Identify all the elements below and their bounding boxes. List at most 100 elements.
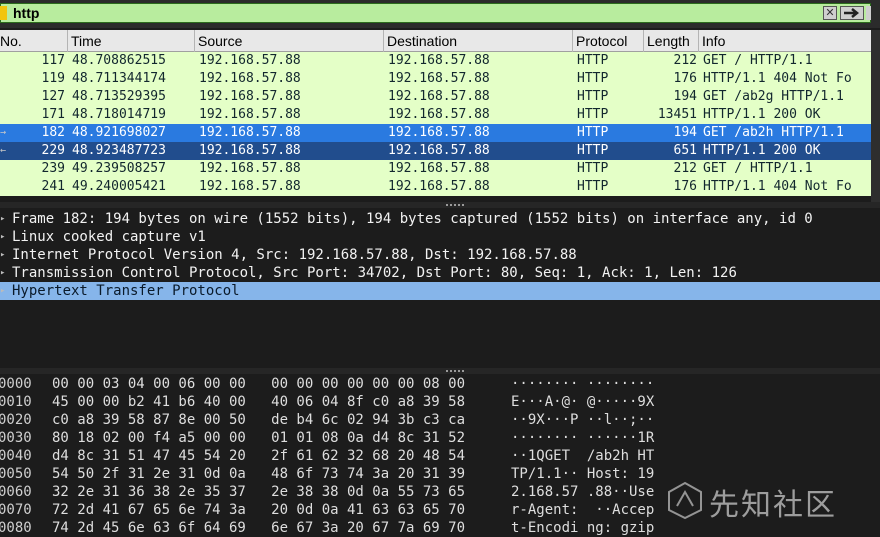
packet-row[interactable]: 117 48.708862515 192.168.57.88 192.168.57.8… bbox=[0, 52, 871, 70]
cell-time: 48.713529395 bbox=[72, 89, 166, 104]
cell-info: GET /ab2g HTTP/1.1 bbox=[703, 89, 844, 104]
splitter-grip bbox=[446, 370, 464, 372]
cell-info: HTTP/1.1 404 Not Fo bbox=[703, 71, 852, 86]
detail-tree-item[interactable]: ▸ Internet Protocol Version 4, Src: 192.1… bbox=[0, 246, 880, 264]
cell-no: 239 bbox=[41, 161, 65, 176]
bytes-offset: 0000 bbox=[0, 376, 32, 392]
cell-no: 182 bbox=[41, 125, 65, 140]
cell-no: 127 bbox=[41, 89, 65, 104]
cell-protocol: HTTP bbox=[577, 143, 609, 158]
cell-time: 48.711344174 bbox=[72, 71, 166, 86]
bytes-ascii: ········ ········ bbox=[511, 376, 655, 392]
clear-filter-icon[interactable]: ✕ bbox=[823, 6, 837, 20]
cell-info: HTTP/1.1 200 OK bbox=[703, 107, 821, 122]
bytes-hex: 80 18 02 00 f4 a5 00 00 01 01 08 0a d4 8… bbox=[52, 430, 466, 446]
packet-row[interactable]: 241 49.240005421 192.168.57.88 192.168.57.8… bbox=[0, 178, 871, 196]
detail-tree-label: Internet Protocol Version 4, Src: 192.16… bbox=[12, 247, 577, 263]
packet-list-scrollbar[interactable] bbox=[871, 30, 880, 202]
packet-details-pane: ▸ Frame 182: 194 bytes on wire (1552 bits… bbox=[0, 208, 880, 368]
cell-protocol: HTTP bbox=[577, 53, 609, 68]
bytes-ascii: 2.168.57 .88··Use bbox=[511, 484, 655, 500]
bytes-hex: 74 2d 45 6e 63 6f 64 69 6e 67 3a 20 67 7… bbox=[52, 520, 466, 536]
cell-length: 176 bbox=[673, 179, 697, 194]
watermark: 先知社区 bbox=[665, 478, 875, 523]
expander-icon[interactable]: ▸ bbox=[0, 264, 8, 282]
cell-no: 119 bbox=[41, 71, 65, 86]
filter-bookmark-icon[interactable] bbox=[0, 6, 7, 20]
cell-source: 192.168.57.88 bbox=[199, 179, 301, 194]
column-header-length[interactable]: Length bbox=[644, 30, 699, 52]
display-filter-toolbar: http ✕ bbox=[0, 0, 880, 28]
watermark-logo-icon bbox=[668, 481, 702, 520]
display-filter-value[interactable]: http bbox=[13, 5, 39, 21]
column-header-protocol[interactable]: Protocol bbox=[573, 30, 644, 52]
packet-list-pane: No. Time Source Destination Protocol Len… bbox=[0, 30, 880, 202]
cell-length: 651 bbox=[673, 143, 697, 158]
cell-length: 194 bbox=[673, 125, 697, 140]
detail-tree-label: Frame 182: 194 bytes on wire (1552 bits)… bbox=[12, 211, 813, 227]
cell-protocol: HTTP bbox=[577, 89, 609, 104]
bytes-row[interactable]: 0040 d4 8c 31 51 47 45 54 20 2f 61 62 32 … bbox=[0, 447, 880, 465]
cell-length: 176 bbox=[673, 71, 697, 86]
packet-row[interactable]: → 182 48.921698027 192.168.57.88 192.168.57.… bbox=[0, 124, 871, 142]
column-header-time[interactable]: Time bbox=[68, 30, 195, 52]
packet-row[interactable]: 127 48.713529395 192.168.57.88 192.168.57.8… bbox=[0, 88, 871, 106]
column-header-info[interactable]: Info bbox=[699, 30, 880, 52]
bytes-offset: 0050 bbox=[0, 466, 32, 482]
cell-time: 49.240005421 bbox=[72, 179, 166, 194]
bytes-hex: 45 00 00 b2 41 b6 40 00 40 06 04 8f c0 a… bbox=[52, 394, 466, 410]
packet-row[interactable]: 119 48.711344174 192.168.57.88 192.168.57.8… bbox=[0, 70, 871, 88]
expander-icon[interactable]: ▸ bbox=[0, 282, 8, 300]
column-header-destination[interactable]: Destination bbox=[384, 30, 573, 52]
column-header-no[interactable]: No. bbox=[0, 30, 68, 52]
detail-tree-item[interactable]: ▸ Linux cooked capture v1 bbox=[0, 228, 880, 246]
cell-info: HTTP/1.1 200 OK bbox=[703, 143, 821, 158]
expander-icon[interactable]: ▸ bbox=[0, 246, 8, 264]
cell-no: 229 bbox=[41, 143, 65, 158]
detail-tree-item[interactable]: ▸ Frame 182: 194 bytes on wire (1552 bits… bbox=[0, 210, 880, 228]
cell-destination: 192.168.57.88 bbox=[388, 53, 490, 68]
cell-source: 192.168.57.88 bbox=[199, 143, 301, 158]
cell-no: 171 bbox=[41, 107, 65, 122]
splitter-grip bbox=[446, 204, 464, 206]
bytes-ascii: TP/1.1·· Host: 19 bbox=[511, 466, 655, 482]
cell-protocol: HTTP bbox=[577, 71, 609, 86]
packet-list-header: No. Time Source Destination Protocol Len… bbox=[0, 30, 880, 52]
bytes-offset: 0080 bbox=[0, 520, 32, 536]
bytes-offset: 0010 bbox=[0, 394, 32, 410]
bytes-hex: 54 50 2f 31 2e 31 0d 0a 48 6f 73 74 3a 2… bbox=[52, 466, 466, 482]
bytes-ascii: t-Encodi ng: gzip bbox=[511, 520, 655, 536]
bytes-row[interactable]: 0000 00 00 03 04 00 06 00 00 00 00 00 00 … bbox=[0, 375, 880, 393]
bytes-hex: c0 a8 39 58 87 8e 00 50 de b4 6c 02 94 3… bbox=[52, 412, 466, 428]
cell-destination: 192.168.57.88 bbox=[388, 179, 490, 194]
bytes-hex: d4 8c 31 51 47 45 54 20 2f 61 62 32 68 2… bbox=[52, 448, 466, 464]
bytes-row[interactable]: 0030 80 18 02 00 f4 a5 00 00 01 01 08 0a … bbox=[0, 429, 880, 447]
packet-row[interactable]: 239 49.239508257 192.168.57.88 192.168.57.8… bbox=[0, 160, 871, 178]
watermark-text: 先知社区 bbox=[709, 488, 837, 523]
cell-no: 117 bbox=[41, 53, 65, 68]
expander-icon[interactable]: ▸ bbox=[0, 210, 8, 228]
bytes-row[interactable]: 0020 c0 a8 39 58 87 8e 00 50 de b4 6c 02 … bbox=[0, 411, 880, 429]
column-header-source[interactable]: Source bbox=[195, 30, 384, 52]
detail-tree-item[interactable]: ▸ Hypertext Transfer Protocol bbox=[0, 282, 880, 300]
cell-info: GET / HTTP/1.1 bbox=[703, 53, 813, 68]
bytes-ascii: ········ ······1R bbox=[511, 430, 655, 446]
display-filter-input[interactable]: http ✕ bbox=[0, 3, 871, 23]
cell-protocol: HTTP bbox=[577, 107, 609, 122]
detail-tree-item[interactable]: ▸ Transmission Control Protocol, Src Port… bbox=[0, 264, 880, 282]
bytes-offset: 0060 bbox=[0, 484, 32, 500]
cell-source: 192.168.57.88 bbox=[199, 161, 301, 176]
filter-dropdown-icon[interactable] bbox=[866, 6, 871, 20]
bytes-ascii: ··9X···P ··l··;·· bbox=[511, 412, 655, 428]
bytes-ascii: r-Agent: ··Accep bbox=[511, 502, 655, 518]
cell-info: GET /ab2h HTTP/1.1 bbox=[703, 125, 844, 140]
cell-destination: 192.168.57.88 bbox=[388, 107, 490, 122]
bytes-offset: 0070 bbox=[0, 502, 32, 518]
bytes-row[interactable]: 0010 45 00 00 b2 41 b6 40 00 40 06 04 8f … bbox=[0, 393, 880, 411]
cell-info: HTTP/1.1 404 Not Fo bbox=[703, 179, 852, 194]
expander-icon[interactable]: ▸ bbox=[0, 228, 8, 246]
packet-row[interactable]: ← 229 48.923487723 192.168.57.88 192.168.57.… bbox=[0, 142, 871, 160]
packet-row[interactable]: 171 48.718014719 192.168.57.88 192.168.57.8… bbox=[0, 106, 871, 124]
cell-destination: 192.168.57.88 bbox=[388, 161, 490, 176]
apply-filter-icon[interactable] bbox=[840, 6, 864, 20]
